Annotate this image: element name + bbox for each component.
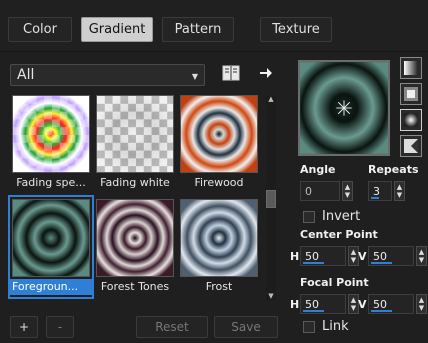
library-button[interactable] xyxy=(221,63,241,83)
gradient-tile[interactable]: Firewood xyxy=(178,93,260,193)
link-checkbox[interactable] xyxy=(303,321,315,333)
book-icon xyxy=(222,65,240,81)
remove-button[interactable]: - xyxy=(46,316,74,338)
tab-gradient[interactable]: Gradient xyxy=(81,17,153,42)
center-h-input[interactable]: 50 xyxy=(300,246,346,266)
center-v-level xyxy=(371,262,392,264)
radial-style-button[interactable] xyxy=(400,109,422,131)
center-h-level xyxy=(303,262,324,264)
gradient-tile[interactable]: Fading white xyxy=(94,93,176,193)
focal-v-label: V xyxy=(358,298,367,311)
center-v-label: V xyxy=(358,250,367,263)
gradient-tile[interactable]: Forest Tones xyxy=(94,197,176,297)
tab-bar: Color Gradient Pattern Texture xyxy=(0,0,428,52)
reset-button[interactable]: Reset xyxy=(136,316,208,338)
arrow-right-icon xyxy=(260,68,272,78)
scroll-down-icon[interactable]: ▼ xyxy=(266,292,276,300)
gradient-thumbnail xyxy=(12,199,90,277)
repeats-level xyxy=(371,197,379,199)
link-label: Link xyxy=(322,319,349,334)
add-button[interactable]: + xyxy=(10,316,38,338)
apply-button[interactable] xyxy=(256,63,276,83)
center-h-label: H xyxy=(290,250,300,263)
linear-style-button[interactable] xyxy=(400,57,422,79)
repeats-stepper[interactable]: ▲ ▼ xyxy=(394,181,405,201)
scrollbar-thumb[interactable] xyxy=(266,190,276,208)
center-v-stepper[interactable]: ▲ ▼ xyxy=(416,246,427,266)
gradient-tile[interactable]: Frost xyxy=(178,197,260,297)
focal-h-level xyxy=(303,310,324,312)
rectangular-style-button[interactable] xyxy=(400,83,422,105)
radial-gradient-icon xyxy=(404,113,418,127)
focal-v-level xyxy=(371,310,392,312)
angle-stepper[interactable]: ▲ ▼ xyxy=(342,181,353,201)
angle-input[interactable]: 0 xyxy=(300,181,340,201)
focal-h-input[interactable]: 50 xyxy=(300,294,346,314)
gradient-thumbnail xyxy=(96,95,174,173)
category-dropdown[interactable]: All ▼ xyxy=(10,64,205,86)
linear-gradient-icon xyxy=(404,61,418,75)
scroll-up-icon[interactable]: ▲ xyxy=(266,95,276,103)
gradient-preview[interactable] xyxy=(298,60,390,156)
save-button[interactable]: Save xyxy=(214,316,278,338)
invert-checkbox[interactable] xyxy=(303,211,315,223)
rectangular-gradient-icon xyxy=(404,87,418,101)
sunburst-gradient-icon xyxy=(404,139,418,153)
focal-point-label: Focal Point xyxy=(300,276,369,289)
center-point-label: Center Point xyxy=(300,228,378,241)
tab-texture[interactable]: Texture xyxy=(260,17,332,42)
gradient-thumbnail xyxy=(180,199,258,277)
gradient-thumbnail xyxy=(180,95,258,173)
sunburst-style-button[interactable] xyxy=(400,135,422,157)
tab-pattern[interactable]: Pattern xyxy=(162,17,234,42)
gradient-thumbnail xyxy=(12,95,90,173)
tab-color[interactable]: Color xyxy=(8,17,72,42)
repeats-label: Repeats xyxy=(368,163,419,176)
chevron-down-icon: ▼ xyxy=(191,72,198,81)
center-point-icon xyxy=(336,100,352,116)
focal-v-input[interactable]: 50 xyxy=(368,294,414,314)
invert-label: Invert xyxy=(322,209,361,224)
focal-v-stepper[interactable]: ▲ ▼ xyxy=(416,294,427,314)
gradient-tile[interactable]: Foregroun... xyxy=(8,195,94,299)
center-v-input[interactable]: 50 xyxy=(368,246,414,266)
focal-h-label: H xyxy=(290,298,300,311)
gradient-thumbnail xyxy=(96,199,174,277)
gradient-grid: Fading spe... Fading white Firewood Fore… xyxy=(8,93,264,301)
gradient-tile[interactable]: Fading spe... xyxy=(10,93,92,193)
repeats-input[interactable]: 3 xyxy=(368,181,392,201)
angle-label: Angle xyxy=(300,163,336,176)
